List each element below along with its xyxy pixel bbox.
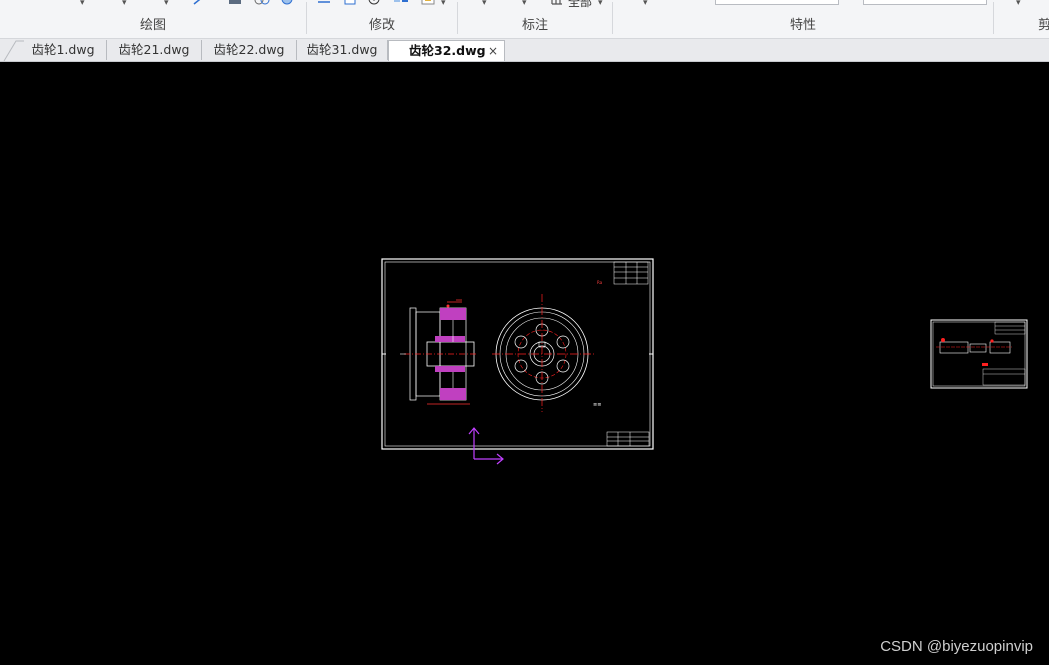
hatch-icon[interactable] [228,0,242,6]
linetype-combo[interactable] [863,0,987,5]
dropdown-caret-icon[interactable]: ▾ [598,0,603,8]
dropdown-caret-icon[interactable]: ▾ [522,0,527,8]
dropdown-caret-icon[interactable]: ▾ [482,0,487,8]
tab-label: 齿轮32.dwg [409,43,486,58]
ribbon-group-clipboard: ▾ 剪 [994,0,1049,38]
region-icon[interactable] [254,0,270,6]
dropdown-caret-icon[interactable]: ▾ [441,0,446,8]
ribbon-group-properties: ▾ 特性 [613,0,993,38]
array-icon[interactable] [393,0,409,6]
close-icon[interactable]: × [488,41,498,61]
watermark-text: CSDN @biyezuopinvip [880,638,1033,655]
ribbon-group-annotation: ▾ ▾ 全部 ▾ 标注 [458,0,612,38]
document-tabs: 齿轮1.dwg 齿轮21.dwg 齿轮22.dwg 齿轮31.dwg 齿轮32.… [0,39,1049,62]
ribbon-group-label: 特性 [789,18,816,33]
ribbon-group-label: 绘图 [139,18,166,33]
annotation-scale-label[interactable]: 全部 [568,0,592,10]
secondary-drawing-sheet[interactable] [930,319,1028,389]
gear-section-view[interactable] [400,299,478,405]
tab-label: 齿轮31.dwg [306,42,378,57]
ribbon-group-label: 标注 [521,18,548,33]
tab-gear22[interactable]: 齿轮22.dwg [202,40,297,60]
edit-icon[interactable] [421,0,437,6]
mirror-icon[interactable] [280,0,294,6]
dropdown-caret-icon[interactable]: ▾ [80,0,85,8]
ribbon-group-draw: ▾ ▾ ▾ 绘图 [0,0,306,38]
ribbon: ▾ ▾ ▾ 绘图 ▾ 修改 ▾ ▾ 全部 ▾ 标注 ▾ 特性 ▾ 剪 [0,0,1049,39]
dropdown-caret-icon[interactable]: ▾ [643,0,648,8]
tab-label: 齿轮21.dwg [118,42,190,57]
dimension-note: Ra [597,280,603,285]
tab-label: 齿轮22.dwg [213,42,285,57]
dropdown-caret-icon[interactable]: ▾ [122,0,127,8]
ribbon-group-modify: ▾ 修改 [307,0,457,38]
revision-table [613,261,649,285]
copy-icon[interactable] [343,0,357,6]
move-icon[interactable] [317,0,333,6]
technical-note: ≡≡ [593,402,601,408]
scale-icon[interactable] [550,0,564,6]
model-space: Ra ≡≡ [381,258,1028,465]
tab-gear21[interactable]: 齿轮21.dwg [107,40,202,60]
drawing-canvas[interactable]: Ra ≡≡ CSDN @biyezuopinvip [0,62,1049,665]
tab-label: 齿轮1.dwg [31,42,95,57]
tab-gear32[interactable]: 齿轮32.dwg × [388,40,505,61]
gear-front-view[interactable] [492,294,596,412]
layer-combo[interactable] [715,0,839,5]
tab-gear31[interactable]: 齿轮31.dwg [297,40,388,60]
drawing-sheet[interactable] [381,258,654,450]
ribbon-group-label: 修改 [368,18,395,33]
title-block [606,431,650,447]
ribbon-group-label: 剪 [1038,18,1049,33]
line-icon[interactable] [192,0,206,6]
dropdown-caret-icon[interactable]: ▾ [1016,0,1021,8]
rotate-icon[interactable] [367,0,381,6]
dropdown-caret-icon[interactable]: ▾ [164,0,169,8]
tab-gear1[interactable]: 齿轮1.dwg [20,40,107,60]
